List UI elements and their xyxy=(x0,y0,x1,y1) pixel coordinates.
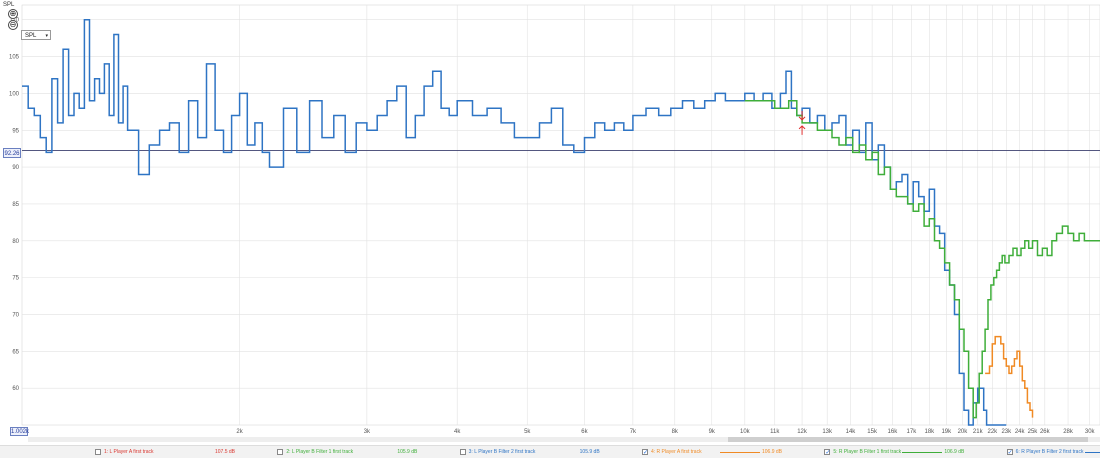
legend-item[interactable]: 5: R Player B Filter 1 first track 106.9 … xyxy=(824,447,997,458)
y-tick-label: 80 xyxy=(12,239,19,245)
x-tick-label: 21k xyxy=(973,429,984,435)
legend-item[interactable]: 1: L Player A first track 107.5 dB xyxy=(95,447,268,457)
x-axis-start-marker[interactable]: 1.002k xyxy=(10,427,29,436)
legend-item[interactable]: 3: L Player B Filter 2 first track 105.9 … xyxy=(459,447,633,457)
legend-value: 106.9 dB xyxy=(762,449,783,455)
reference-level-marker[interactable]: 92.26 xyxy=(3,148,21,158)
x-tick-label: 18k xyxy=(925,429,936,435)
y-axis-select[interactable]: SPL ▾ xyxy=(21,30,51,40)
legend-label: 5: R Player B Filter 1 first track xyxy=(833,449,902,455)
x-tick-label: 5k xyxy=(524,429,531,435)
legend-label: 1: L Player A first track xyxy=(104,449,154,455)
legend-swatch xyxy=(902,452,943,453)
legend-label: 2: L Player B Filter 1 first track xyxy=(286,449,354,455)
grid-layer xyxy=(21,4,1100,426)
x-tick-label: 3k xyxy=(364,429,371,435)
y-tick-label: 105 xyxy=(9,55,20,61)
x-tick-label: 23k xyxy=(1001,429,1012,435)
x-tick-label: 22k xyxy=(987,429,998,435)
legend-item[interactable]: 4: R Player A first track 106.9 dB xyxy=(642,447,815,458)
legend-checkbox[interactable] xyxy=(459,449,466,455)
zoom-in-icon[interactable]: ⊕ xyxy=(8,9,18,19)
chevron-down-icon: ▾ xyxy=(45,33,48,39)
x-tick-label: 13k xyxy=(822,429,833,435)
y-axis-select-value: SPL xyxy=(25,33,37,39)
x-tick-label: 20k xyxy=(958,429,969,435)
legend-checkbox[interactable] xyxy=(642,448,648,458)
y-tick-label: 85 xyxy=(12,202,19,208)
legend-swatch xyxy=(720,452,760,453)
x-tick-label: 28k xyxy=(1063,429,1074,435)
legend-checkbox[interactable] xyxy=(824,448,830,458)
x-tick-label: 6k xyxy=(581,429,588,435)
x-tick-label: 30k xyxy=(1085,429,1096,435)
x-tick-label: 10k xyxy=(740,429,751,435)
y-tick-label: 90 xyxy=(12,165,19,171)
y-tick-label: 60 xyxy=(12,386,19,392)
x-tick-label: 14k xyxy=(846,429,857,435)
x-tick-label: 24k xyxy=(1015,429,1026,435)
frequency-response-plot: 11010510095908580757065602k3k4k5k6k7k8k9… xyxy=(3,2,1100,435)
legend-checkbox[interactable] xyxy=(95,449,101,455)
x-tick-label: 2k xyxy=(236,429,243,435)
legend-checkbox[interactable] xyxy=(277,449,284,455)
legend-value: 106.9 dB xyxy=(944,449,965,455)
x-tick-label: 4k xyxy=(454,429,461,435)
legend-checkbox[interactable] xyxy=(1006,448,1013,458)
y-tick-label: 95 xyxy=(12,128,19,134)
plot-area xyxy=(21,4,1100,426)
x-tick-label: 19k xyxy=(941,429,952,435)
scrollbar-thumb[interactable] xyxy=(728,437,1088,442)
legend-label: 4: R Player A first track xyxy=(651,449,702,455)
legend-label: 3: L Player B Filter 2 first track xyxy=(468,449,536,455)
x-tick-label: 12k xyxy=(797,429,808,435)
legend-swatch xyxy=(1084,452,1100,453)
x-tick-label: 17k xyxy=(907,429,918,435)
x-tick-label: 9k xyxy=(709,429,716,435)
y-tick-label: 75 xyxy=(12,276,19,282)
legend-value: 107.5 dB xyxy=(215,449,236,455)
legend-item[interactable]: 2: L Player B Filter 1 first track 105.9 … xyxy=(277,447,450,457)
x-tick-label: 7k xyxy=(630,429,637,435)
y-tick-label: 65 xyxy=(12,349,19,355)
legend-item[interactable]: 6: R Player B Filter 2 first track107.0 … xyxy=(1006,447,1100,458)
legend-bar: 1: L Player A first track 107.5 dB 2: L Pl… xyxy=(0,445,1100,458)
legend-value: 105.9 dB xyxy=(397,449,418,455)
x-tick-label: 25k xyxy=(1028,429,1039,435)
horizontal-scrollbar[interactable] xyxy=(28,437,1100,442)
x-tick-label: 15k xyxy=(867,429,878,435)
y-tick-label: 100 xyxy=(9,91,20,97)
x-tick-label: 26k xyxy=(1040,429,1051,435)
x-tick-label: 16k xyxy=(888,429,899,435)
y-axis-title: SPL xyxy=(3,2,15,8)
legend-value: 105.9 dB xyxy=(579,449,600,455)
legend-label: 6: R Player B Filter 2 first track xyxy=(1015,449,1084,455)
x-tick-label: 11k xyxy=(770,429,780,435)
zoom-out-icon[interactable]: ⊖ xyxy=(8,20,18,30)
y-tick-label: 70 xyxy=(12,312,19,318)
x-tick-label: 8k xyxy=(672,429,679,435)
